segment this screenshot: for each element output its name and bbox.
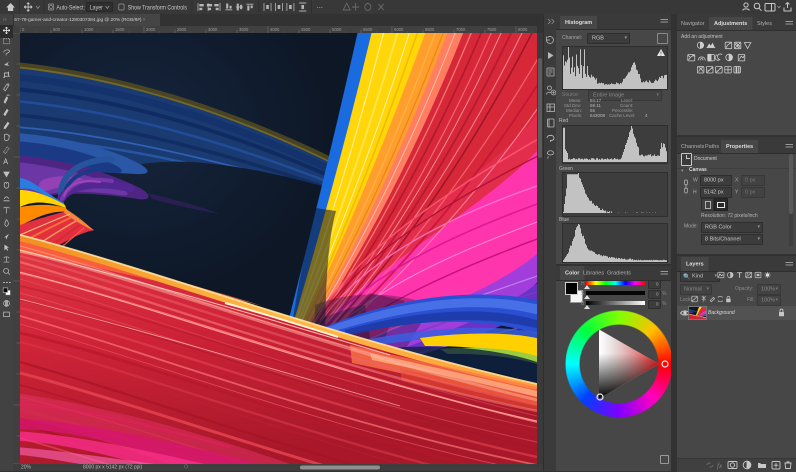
svg-text:6000: 6000	[394, 27, 404, 32]
svg-text:5500: 5500	[363, 27, 373, 32]
svg-text:7500: 7500	[487, 27, 497, 32]
svg-text:3500: 3500	[239, 27, 249, 32]
svg-text:6500: 6500	[425, 27, 435, 32]
svg-text:4500: 4500	[301, 27, 311, 32]
svg-text:4000: 4000	[270, 27, 280, 32]
svg-text:500: 500	[53, 27, 61, 32]
svg-text:1500: 1500	[115, 27, 125, 32]
svg-text:1000: 1000	[84, 27, 94, 32]
svg-text:7000: 7000	[456, 27, 466, 32]
svg-text:3000: 3000	[208, 27, 218, 32]
svg-text:fx: fx	[717, 462, 723, 470]
svg-text:2000: 2000	[146, 27, 156, 32]
svg-text:0: 0	[22, 27, 25, 32]
svg-text:8000: 8000	[518, 27, 528, 32]
svg-text:⋯: ⋯	[317, 5, 324, 12]
svg-text:Layer: Layer	[90, 5, 103, 11]
svg-text:Auto-Select:: Auto-Select:	[56, 5, 85, 11]
svg-text:2500: 2500	[177, 27, 187, 32]
svg-text:5000: 5000	[332, 27, 342, 32]
svg-text:Show Transform Controls: Show Transform Controls	[128, 5, 188, 11]
